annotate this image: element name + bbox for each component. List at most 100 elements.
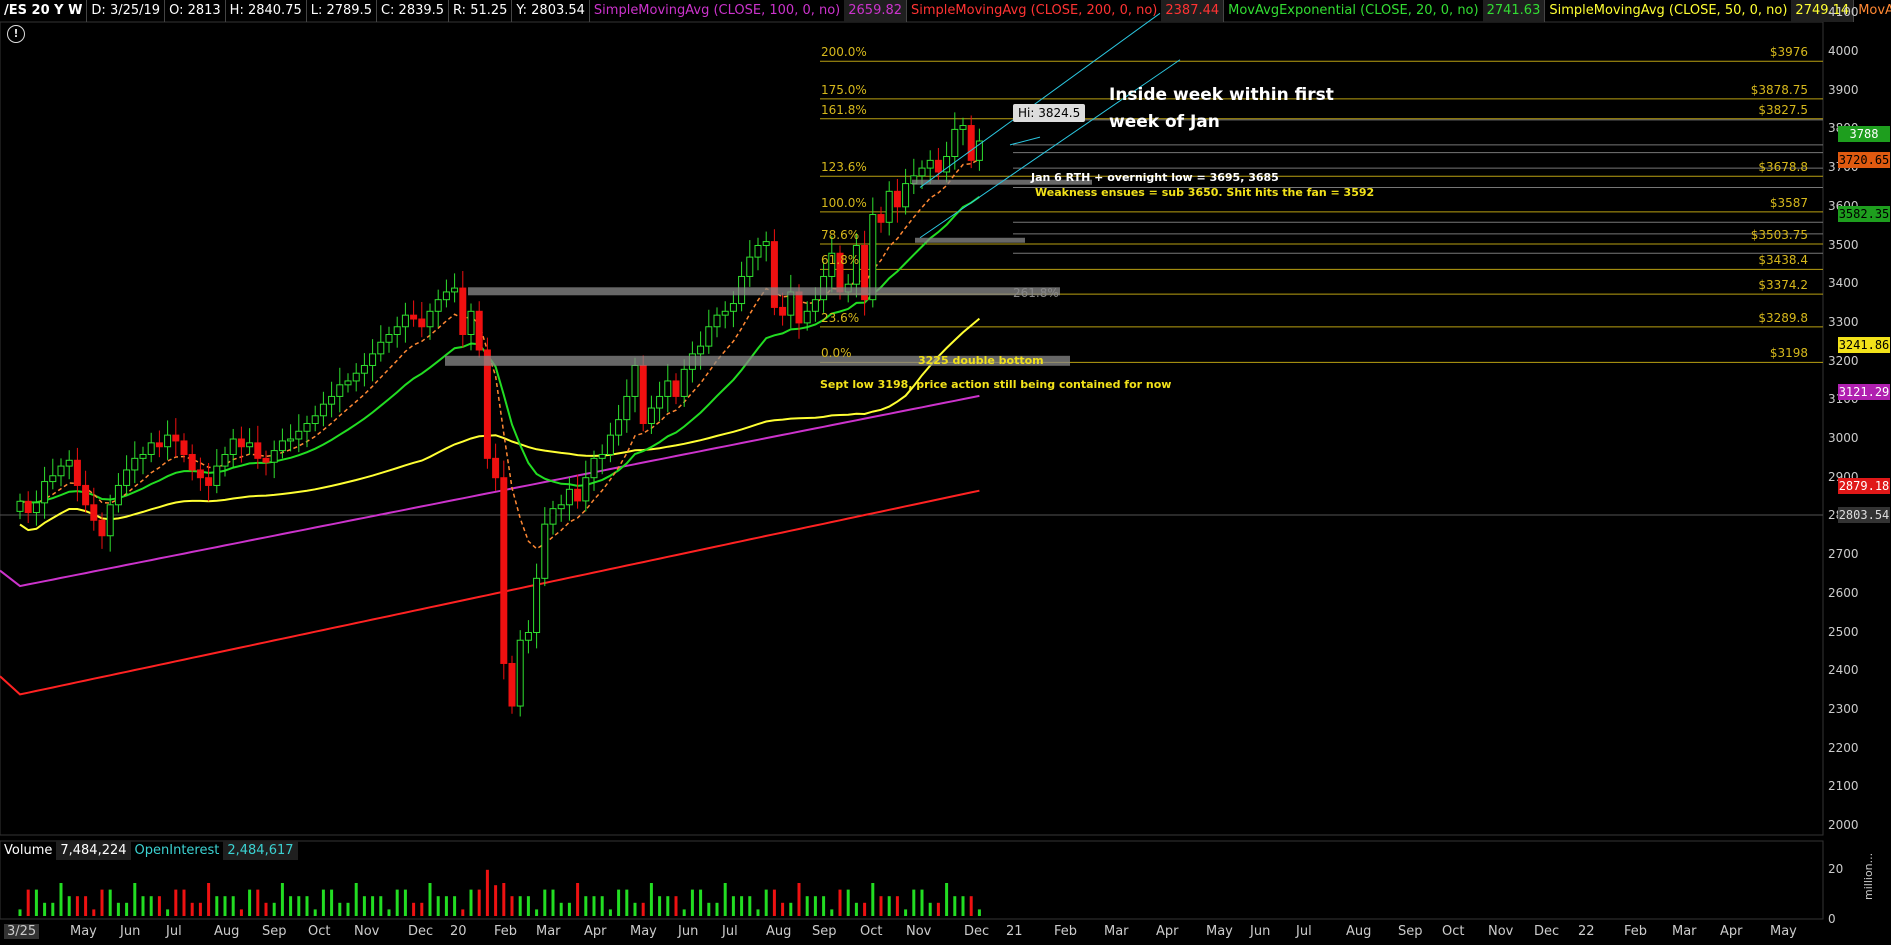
time-tick-label: Mar [1672,924,1697,939]
volume-bar [108,889,112,916]
volume-bar [166,909,170,916]
candle-body [196,469,204,479]
candle-body [885,190,893,223]
price-tick-label: 3000 [1828,431,1859,445]
study-ema-label[interactable]: MovAvgExponential (CLOSE,... [1853,0,1891,22]
time-tick-label: Mar [536,924,561,939]
volume-bar [223,896,227,916]
candle-body [754,245,762,258]
candle-body [598,453,606,459]
time-tick-label: May [1770,924,1797,939]
volume-bar [822,896,826,916]
time-tick-label: Apr [1156,924,1179,939]
fib-level-price-label: $3289.8 [1758,310,1808,325]
oi-label[interactable]: OpenInterest [131,841,224,860]
volume-bar [313,909,317,916]
price-tick-label: 2100 [1828,779,1859,794]
candle-body [73,459,81,486]
time-tick-label: Sep [1398,924,1423,939]
volume-bar [469,889,473,916]
volume-bar [838,889,842,916]
volume-bar [231,896,235,916]
volume-bar [412,902,416,916]
candle-body [934,159,942,173]
time-tick-label: Nov [354,924,380,939]
volume-bar [625,889,629,916]
volume-bar [797,883,801,916]
candle-body [90,504,98,521]
price-tick-label: 3300 [1828,314,1859,329]
candle-body [582,477,590,502]
volume-label[interactable]: Volume [0,841,56,860]
candle-body [49,475,57,483]
fib-level-percent-label: 23.6% [821,310,860,325]
candle-body [262,457,270,463]
range-label: R: 51.25 [448,0,511,22]
volume-bar [518,896,522,916]
candle-body [656,395,664,409]
time-tick-label: Dec [964,924,990,939]
candle-body [467,310,475,336]
symbol-label[interactable]: /ES 20 Y W [0,0,86,22]
volume-bar [592,896,596,916]
volume-bar [116,902,120,916]
candle-body [549,508,557,525]
time-tick-label: Feb [494,924,518,939]
study-ema20-label[interactable]: MovAvgExponential (CLOSE, 20, 0, no) [1223,0,1482,22]
time-tick-label: Feb [1054,924,1078,939]
candle-body [155,442,163,448]
candle-body [213,465,221,486]
time-tick-label: Aug [766,924,792,939]
candle-body [237,438,245,448]
volume-bar [658,896,662,916]
candle-body [639,364,647,425]
candle-body [295,430,303,440]
candle-body [82,484,90,506]
volume-bar [453,896,457,916]
time-tick-label: Feb [1624,924,1648,939]
price-tick-label: 2700 [1828,547,1859,562]
candle-body [508,662,516,707]
info-icon[interactable]: ! [7,25,25,43]
high-label: H: 2840.75 [224,0,306,22]
volume-bar [789,902,793,916]
candle-body [721,310,729,316]
annotation-sept-low: Sept low 3198, price action still being … [820,378,1172,391]
price-tick-label: 4100 [1828,5,1859,20]
volume-bar [871,883,875,916]
candle-body [811,299,819,312]
time-tick-label: 20 [450,924,467,939]
fib-level-price-label: $3587 [1769,195,1808,210]
volume-bar [953,896,957,916]
volume-bar [338,902,342,916]
volume-bar [436,896,440,916]
volume-bar [846,889,850,916]
study-sma50-label[interactable]: SimpleMovingAvg (CLOSE, 50, 0, no) [1544,0,1791,22]
volume-tick-0: 0 [1828,912,1836,926]
study-sma200-label[interactable]: SimpleMovingAvg (CLOSE, 200, 0, no) [906,0,1161,22]
candle-body [713,314,721,328]
candle-body [426,310,434,328]
candle-body [418,318,426,328]
volume-bar [379,896,383,916]
candle-body [746,256,754,277]
candle-body [442,291,450,301]
annotation-inside-week-2: week of Jan [1109,112,1220,132]
study-sma100-label[interactable]: SimpleMovingAvg (CLOSE, 100, 0, no) [588,0,844,22]
volume-bar [649,883,653,916]
time-tick-label: Jul [166,924,182,939]
volume-bar [887,896,891,916]
annotation-double-bottom: 3225 double bottom [918,354,1044,367]
volume-bar [371,896,375,916]
volume-bar [477,889,481,916]
candle-body [205,477,213,486]
candle-body [164,434,172,448]
annotation-weakness: Weakness ensues = sub 3650. Shit hits th… [1035,186,1375,199]
time-tick-label: Jul [1296,924,1312,939]
volume-bar [84,896,88,916]
volume-bar [207,883,211,916]
oi-value: 2,484,617 [223,841,298,860]
fib-level-price-label: $3374.2 [1758,278,1808,293]
candle-body [664,380,672,397]
chart-canvas [0,12,1824,920]
